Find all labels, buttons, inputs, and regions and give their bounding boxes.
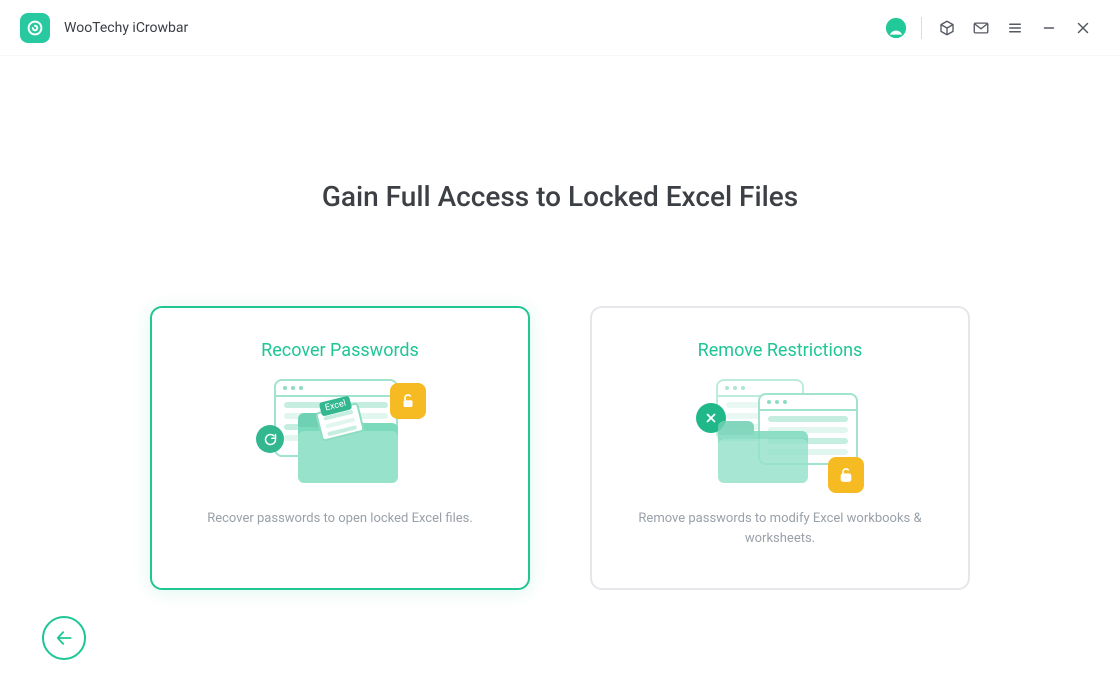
minimize-button[interactable] [1032,11,1066,45]
refresh-icon [256,425,284,453]
titlebar-divider [921,17,922,39]
card-title-remove: Remove Restrictions [698,340,863,361]
remove-illustration [680,379,880,489]
package-icon[interactable] [930,11,964,45]
remove-restrictions-card[interactable]: Remove Restrictions [590,306,970,590]
close-button[interactable] [1066,11,1100,45]
account-icon[interactable] [879,11,913,45]
unlock-icon [390,383,426,419]
option-cards: Recover Passwords [0,306,1120,590]
main-content: Gain Full Access to Locked Excel Files R… [0,56,1120,690]
app-title: WooTechy iCrowbar [64,20,188,36]
app-logo [20,13,50,43]
recover-illustration: Excel [240,379,440,489]
unlock-icon [828,457,864,493]
card-desc-recover: Recover passwords to open locked Excel f… [207,509,473,529]
page-heading: Gain Full Access to Locked Excel Files [0,180,1120,213]
menu-icon[interactable] [998,11,1032,45]
recover-passwords-card[interactable]: Recover Passwords [150,306,530,590]
back-button[interactable] [42,616,86,660]
card-desc-remove: Remove passwords to modify Excel workboo… [620,509,940,548]
app-window: WooTechy iCrowbar Gain Full Access to Lo… [0,0,1120,690]
mail-icon[interactable] [964,11,998,45]
card-title-recover: Recover Passwords [261,340,419,361]
titlebar: WooTechy iCrowbar [0,0,1120,56]
